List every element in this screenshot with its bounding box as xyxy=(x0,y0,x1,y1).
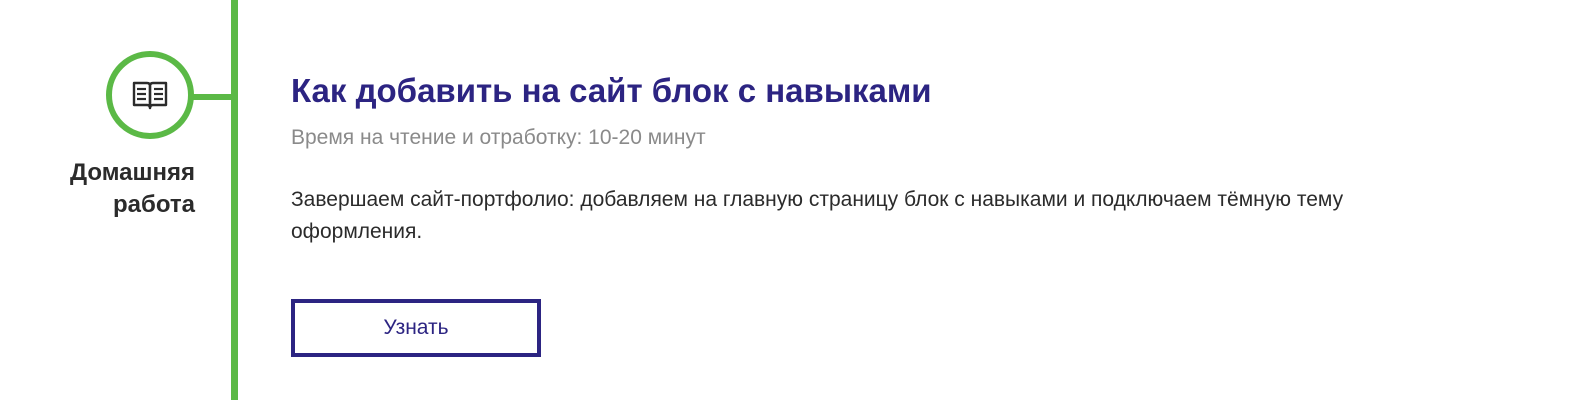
lesson-title: Как добавить на сайт блок с навыками xyxy=(291,72,932,109)
open-book-icon xyxy=(132,81,168,110)
timeline-line xyxy=(231,0,238,400)
step-label: Домашняя работа xyxy=(69,159,195,218)
learn-button[interactable]: Узнать xyxy=(291,299,541,357)
reading-time: Время на чтение и отработку: 10-20 минут xyxy=(291,126,706,149)
step-icon-circle xyxy=(106,51,194,139)
lesson-description: Завершаем сайт-портфолио: добавляем на г… xyxy=(291,188,1344,243)
